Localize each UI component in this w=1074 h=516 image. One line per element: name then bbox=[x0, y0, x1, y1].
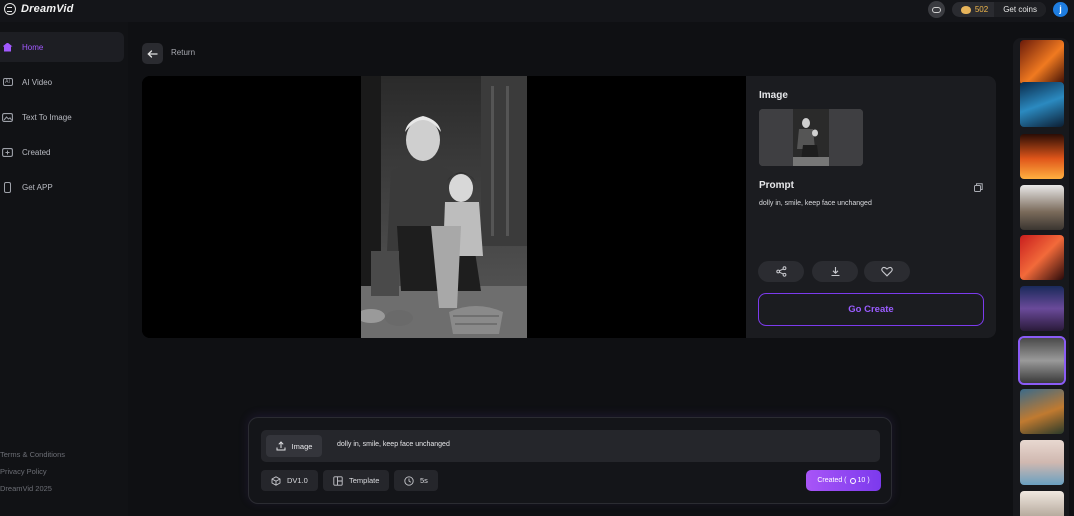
copyright-text: DreamVid 2025 bbox=[0, 484, 52, 493]
create-button[interactable]: Created ( 10 ) bbox=[806, 470, 881, 491]
cube-icon bbox=[271, 475, 281, 486]
download-button[interactable] bbox=[812, 261, 858, 282]
share-button[interactable] bbox=[758, 261, 804, 282]
sidebar-item-created[interactable]: Created bbox=[0, 137, 124, 167]
sidebar-item-label: Created bbox=[22, 147, 51, 157]
app-root: DreamVid 502 Get coins j Home AI AI Vide… bbox=[0, 0, 1074, 516]
create-label-end: ) bbox=[867, 477, 870, 484]
coin-icon bbox=[960, 5, 971, 14]
template-selector[interactable]: Template bbox=[323, 470, 390, 491]
prompt-input[interactable]: dolly in, smile, keep face unchanged bbox=[337, 441, 450, 448]
sidebar-item-text-to-image[interactable]: Text To Image bbox=[0, 102, 124, 132]
top-bar-actions: 502 Get coins j bbox=[927, 1, 1068, 18]
source-image-thumbnail[interactable] bbox=[759, 109, 863, 166]
coin-small-icon bbox=[849, 477, 856, 484]
history-thumbnail[interactable] bbox=[1020, 134, 1064, 179]
heart-icon bbox=[881, 266, 893, 277]
created-icon bbox=[2, 147, 13, 158]
prompt-heading: Prompt bbox=[759, 180, 794, 191]
media-stage bbox=[142, 76, 746, 338]
sidebar-item-get-app[interactable]: Get APP bbox=[0, 172, 124, 202]
prompt-row: Image dolly in, smile, keep face unchang… bbox=[261, 430, 880, 462]
detail-panel: Image Prompt dolly in, smile, keep face … bbox=[746, 76, 996, 338]
copy-icon[interactable] bbox=[974, 183, 983, 192]
favorite-button[interactable] bbox=[864, 261, 910, 282]
sidebar-footer: Terms & Conditions Privacy Policy DreamV… bbox=[0, 450, 65, 501]
upload-image-button[interactable]: Image bbox=[266, 435, 322, 457]
download-icon bbox=[831, 267, 839, 277]
return-button[interactable] bbox=[142, 43, 163, 64]
sidebar-item-label: Text To Image bbox=[22, 112, 72, 122]
privacy-link[interactable]: Privacy Policy bbox=[0, 467, 65, 484]
return-label[interactable]: Return bbox=[171, 48, 195, 57]
model-label: DV1.0 bbox=[287, 476, 308, 485]
go-create-button[interactable]: Go Create bbox=[758, 293, 984, 326]
get-coins-button[interactable]: Get coins bbox=[994, 2, 1046, 17]
history-thumbnail-selected[interactable] bbox=[1018, 336, 1066, 385]
prompt-composer: Image dolly in, smile, keep face unchang… bbox=[248, 417, 892, 504]
create-cost: 10 bbox=[857, 477, 866, 484]
coins-pill[interactable]: 502 Get coins bbox=[951, 2, 1046, 17]
home-icon bbox=[2, 42, 13, 53]
brand[interactable]: DreamVid bbox=[4, 3, 74, 15]
coin-count: 502 bbox=[974, 5, 989, 14]
ai-video-icon: AI bbox=[2, 77, 13, 88]
upload-image-label: Image bbox=[291, 441, 313, 451]
sidebar: Home AI AI Video Text To Image Created G… bbox=[0, 22, 128, 516]
duration-selector[interactable]: 5s bbox=[394, 470, 438, 491]
image-heading: Image bbox=[759, 90, 788, 101]
phone-icon bbox=[2, 181, 13, 193]
clock-icon bbox=[404, 475, 414, 486]
top-bar: DreamVid 502 Get coins j bbox=[0, 0, 1074, 22]
sidebar-item-label: Home bbox=[22, 42, 44, 52]
history-thumbnail[interactable] bbox=[1020, 82, 1064, 127]
template-icon bbox=[333, 475, 343, 486]
history-thumbnail[interactable] bbox=[1020, 286, 1064, 331]
terms-link[interactable]: Terms & Conditions bbox=[0, 450, 65, 467]
history-rail bbox=[1013, 38, 1069, 516]
create-label: Created ( bbox=[817, 477, 847, 484]
history-thumbnail[interactable] bbox=[1020, 389, 1064, 434]
image-icon bbox=[2, 112, 13, 123]
sidebar-item-label: Get APP bbox=[22, 182, 53, 192]
prompt-text: dolly in, smile, keep face unchanged bbox=[759, 200, 872, 207]
sidebar-item-home[interactable]: Home bbox=[0, 32, 124, 62]
history-thumbnail[interactable] bbox=[1020, 40, 1064, 85]
share-icon bbox=[775, 266, 786, 277]
result-viewer: Image Prompt dolly in, smile, keep face … bbox=[142, 76, 996, 338]
discord-icon[interactable] bbox=[927, 1, 945, 18]
history-thumbnail[interactable] bbox=[1020, 491, 1064, 516]
result-photo[interactable] bbox=[361, 76, 527, 338]
template-label: Template bbox=[349, 476, 380, 485]
duration-label: 5s bbox=[420, 476, 428, 485]
sidebar-item-label: AI Video bbox=[22, 77, 53, 87]
user-avatar[interactable]: j bbox=[1053, 2, 1068, 17]
history-thumbnail[interactable] bbox=[1020, 185, 1064, 230]
model-selector[interactable]: DV1.0 bbox=[261, 470, 318, 491]
brand-name: DreamVid bbox=[21, 3, 74, 15]
history-thumbnail[interactable] bbox=[1020, 440, 1064, 485]
sidebar-item-ai-video[interactable]: AI AI Video bbox=[0, 67, 124, 97]
history-thumbnail[interactable] bbox=[1020, 235, 1064, 280]
upload-icon bbox=[276, 441, 286, 451]
arrow-left-icon bbox=[147, 49, 158, 58]
logo-icon bbox=[4, 3, 16, 15]
